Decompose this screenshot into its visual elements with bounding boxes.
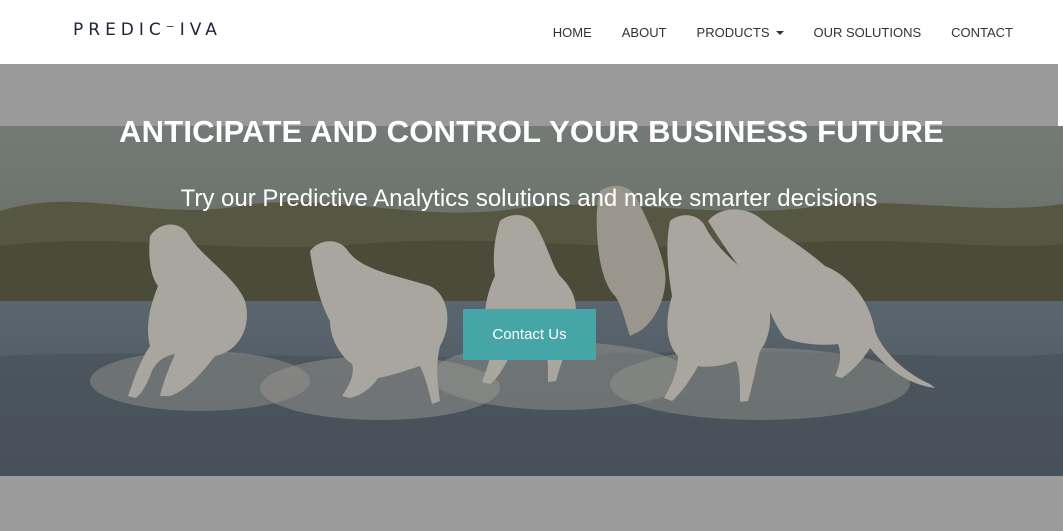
nav-item-contact[interactable]: CONTACT [951, 25, 1013, 40]
nav-item-products[interactable]: PRODUCTS [697, 25, 784, 40]
nav-item-label: OUR SOLUTIONS [813, 24, 922, 40]
hero-title: ANTICIPATE AND CONTROL YOUR BUSINESS FUT… [119, 114, 944, 149]
page: PREDIC⁻IVA HOME ABOUT PRODUCTS OUR SOLUT… [0, 0, 1063, 531]
nav-item-label: CONTACT [951, 24, 1013, 40]
nav-item-about[interactable]: ABOUT [622, 25, 667, 40]
hero-background-image [0, 126, 1063, 476]
hero-overlay-bottom [0, 476, 1063, 531]
nav-item-home[interactable]: HOME [553, 25, 592, 40]
nav-item-label: HOME [552, 24, 592, 40]
nav-item-our-solutions[interactable]: OUR SOLUTIONS [814, 25, 922, 40]
main-nav: HOME ABOUT PRODUCTS OUR SOLUTIONS CONTAC… [523, 0, 1063, 64]
logo[interactable]: PREDIC⁻IVA [73, 20, 222, 40]
nav-item-label: PRODUCTS [696, 24, 770, 40]
contact-us-button[interactable]: Contact Us [463, 309, 596, 360]
nav-item-label: ABOUT [621, 24, 667, 40]
navbar: PREDIC⁻IVA HOME ABOUT PRODUCTS OUR SOLUT… [0, 0, 1063, 64]
caret-down-icon [775, 31, 784, 35]
hero-subtitle: Try our Predictive Analytics solutions a… [180, 185, 878, 212]
